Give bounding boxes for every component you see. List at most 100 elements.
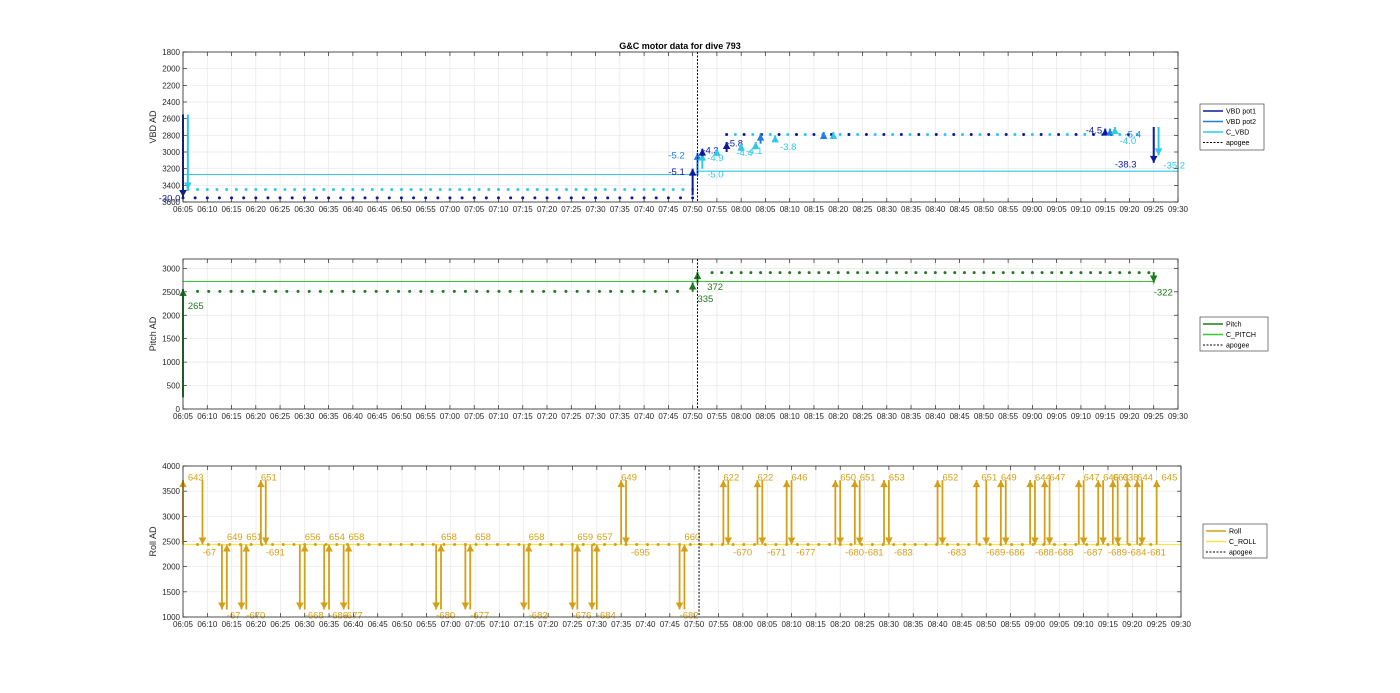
vbd-pot2-point <box>419 188 423 191</box>
y-tick-label: 3000 <box>162 148 180 157</box>
pitch-point <box>759 271 763 275</box>
pitch-point <box>586 289 590 293</box>
roll-move-label: 656 <box>305 532 321 543</box>
legend-label: VBD pot1 <box>1226 109 1256 116</box>
x-tick-label: 06:35 <box>319 205 340 214</box>
roll-point <box>613 543 617 547</box>
roll-point <box>271 543 275 547</box>
x-tick-label: 07:00 <box>440 205 461 214</box>
roll-point <box>356 543 360 547</box>
vbd-pot1-point <box>412 196 416 200</box>
vbd-point <box>1065 133 1069 136</box>
vbd-pot1-point <box>217 196 221 200</box>
roll-move-label: 650 <box>840 473 856 484</box>
vbd-point <box>873 133 877 136</box>
roll-point <box>217 543 221 547</box>
vbd-point <box>812 133 816 136</box>
pitch-move-label: 372 <box>707 282 723 293</box>
roll-move-label: -688 <box>1035 548 1054 559</box>
roll-move-label: -683 <box>894 548 913 559</box>
pitch-point <box>307 289 311 293</box>
figure: G&C motor data for dive 793 06:05 06:10 06… <box>148 41 1269 629</box>
pitch-point <box>196 289 200 293</box>
y-tick-label: 1800 <box>162 48 180 57</box>
vbd-point <box>768 133 772 136</box>
pitch-point <box>904 271 908 275</box>
x-tick-label: 08:05 <box>755 205 776 214</box>
legend-label: apogee <box>1226 343 1249 350</box>
x-tick-label: 08:30 <box>877 412 898 421</box>
roll-move-label: 654 <box>329 532 345 543</box>
pitch-point <box>229 289 233 293</box>
roll-point <box>870 543 874 547</box>
pitch-point <box>1040 271 1044 275</box>
pitch-point <box>865 271 869 275</box>
vbd-point <box>733 133 737 136</box>
pitch-point <box>1137 271 1141 275</box>
x-tick-label: 08:35 <box>901 205 922 214</box>
x-tick-label: 08:15 <box>806 620 827 629</box>
vbd-pot1-point <box>230 196 234 200</box>
pitch-point <box>788 271 792 275</box>
x-tick-label: 09:05 <box>1047 412 1068 421</box>
roll-point <box>410 543 414 547</box>
y-tick-label: 2600 <box>162 115 180 124</box>
roll-move-label: 622 <box>757 473 773 484</box>
pitch-point <box>1118 271 1122 275</box>
vbd-pot1-point <box>302 196 306 200</box>
pitch-point <box>564 289 568 293</box>
legend: Pitch C_PITCHapogee <box>1199 316 1269 352</box>
vbd-pot2-point <box>293 188 297 191</box>
vbd-pot1-point <box>472 196 476 200</box>
x-tick-label: 07:10 <box>488 412 509 421</box>
x-tick-label: 09:15 <box>1095 205 1116 214</box>
x-tick-label: 09:25 <box>1144 205 1165 214</box>
x-tick-label: 09:30 <box>1171 620 1192 629</box>
pitch-point <box>285 289 289 293</box>
vbd-pot1-point <box>533 196 537 200</box>
y-tick-label: 0 <box>176 405 181 414</box>
vbd-pot1-point <box>266 196 270 200</box>
x-tick-label: 07:40 <box>634 412 655 421</box>
pitch-point <box>768 271 772 275</box>
vbd-point <box>1039 133 1043 136</box>
roll-move-label: 651 <box>246 532 262 543</box>
vbd-point <box>995 133 999 136</box>
x-tick-label: 08:10 <box>782 620 803 629</box>
pitch-point <box>856 271 860 275</box>
vbd-pot2-point <box>564 188 568 191</box>
roll-point <box>431 543 435 547</box>
x-tick-label: 08:00 <box>731 205 752 214</box>
pitch-point <box>597 289 601 293</box>
vbd-point <box>742 133 746 136</box>
roll-point <box>956 543 960 547</box>
vbd-pot1-point <box>363 196 367 200</box>
pitch-point <box>885 271 889 275</box>
x-tick-label: 07:00 <box>440 412 461 421</box>
vbd-point <box>864 133 868 136</box>
vbd-pot2-point <box>370 188 374 191</box>
vbd-point <box>952 133 956 136</box>
vbd-move-label: -5.2 <box>668 150 684 161</box>
vbd-pot2-point <box>438 188 442 191</box>
roll-move-label: -677 <box>470 610 489 621</box>
x-tick-label: 09:25 <box>1144 412 1165 421</box>
pitch-point <box>664 289 668 293</box>
roll-point <box>645 543 649 547</box>
roll-move-label: -687 <box>1084 548 1103 559</box>
vbd-point <box>960 133 964 136</box>
pitch-point <box>463 289 467 293</box>
roll-point <box>892 543 896 547</box>
vbd-move-label: -4.1 <box>746 146 762 157</box>
pitch-point <box>263 289 267 293</box>
pitch-point <box>1060 271 1064 275</box>
legend: VBD pot1 VBD pot2 C_VBDapogee <box>1199 103 1265 151</box>
x-tick-label: 07:55 <box>707 205 728 214</box>
pitch-point <box>274 289 278 293</box>
y-tick-label: 3500 <box>162 487 180 496</box>
x-tick-label: 06:50 <box>392 620 413 629</box>
pitch-point <box>620 289 624 293</box>
pitch-point <box>475 289 479 293</box>
x-tick-label: 06:40 <box>343 205 364 214</box>
x-tick-label: 06:25 <box>270 620 291 629</box>
